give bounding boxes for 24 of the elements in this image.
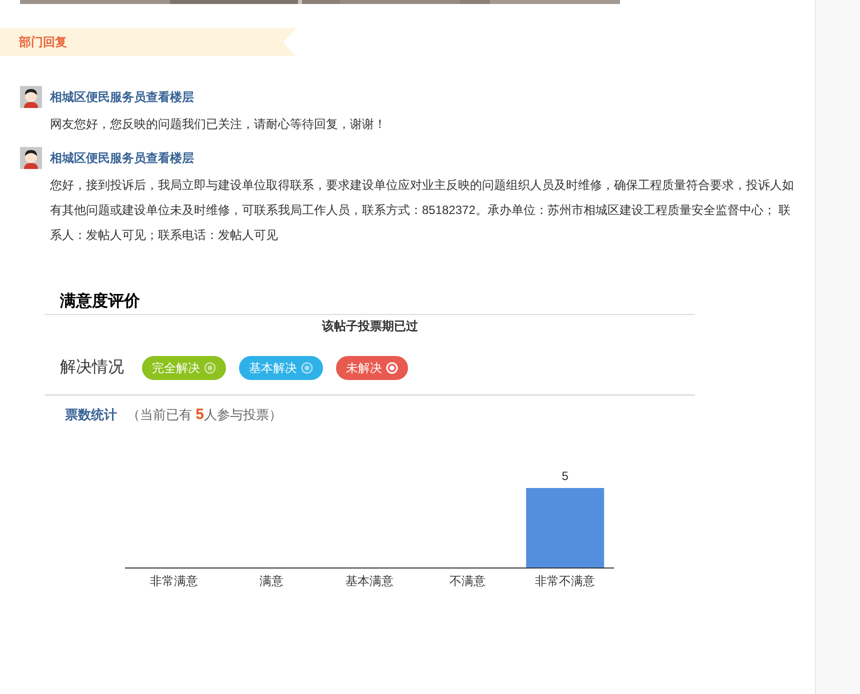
resolution-option[interactable]: 未解决 — [336, 356, 408, 380]
resolution-option[interactable]: 完全解决 — [142, 356, 226, 380]
stats-title: 票数统计 — [65, 406, 117, 424]
category-label: 非常满意 — [150, 574, 198, 588]
reply-text: 网友您好，您反映的问题我们已关注，请耐心等待回复，谢谢！ — [50, 116, 387, 133]
avatar-icon — [20, 147, 42, 169]
section-title: 满意度评价 — [60, 291, 141, 312]
section-title: 部门回复 — [19, 34, 67, 50]
category-label: 非常不满意 — [535, 574, 596, 588]
vote-summary: （当前已有 5人参与投票） — [127, 405, 282, 425]
value-label: 5 — [562, 468, 568, 482]
notice-text: 该帖子投票期已过 — [320, 318, 419, 335]
reply-text: 您好，接到投诉后，我局立即与建设单位取得联系，要求建设单位应对业主反映的问题组织人员及时维修，确保工程质量符合要求，投诉人如有其他问题或建设单位未及时维修，可联系我局工作人员，联系方式：85182372。承办单位：苏州市相城区建设工程质量安全监督中心； 联系人：发帖人可见；联系电话：发帖人可见 — [50, 177, 795, 244]
radio-icon — [204, 362, 216, 374]
category-label: 不满意 — [449, 574, 486, 588]
author-name[interactable]: 相城区便民服务员查看楼层 — [50, 149, 194, 167]
category-label: 满意 — [260, 574, 284, 588]
resolution-label: 解决情况 — [60, 358, 124, 378]
radio-icon — [301, 362, 313, 374]
radio-icon — [386, 362, 398, 374]
category-label: 基本满意 — [346, 574, 394, 588]
resolution-option[interactable]: 基本解决 — [239, 356, 323, 380]
author-name[interactable]: 相城区便民服务员查看楼层 — [50, 88, 194, 106]
avatar-icon — [20, 86, 42, 108]
